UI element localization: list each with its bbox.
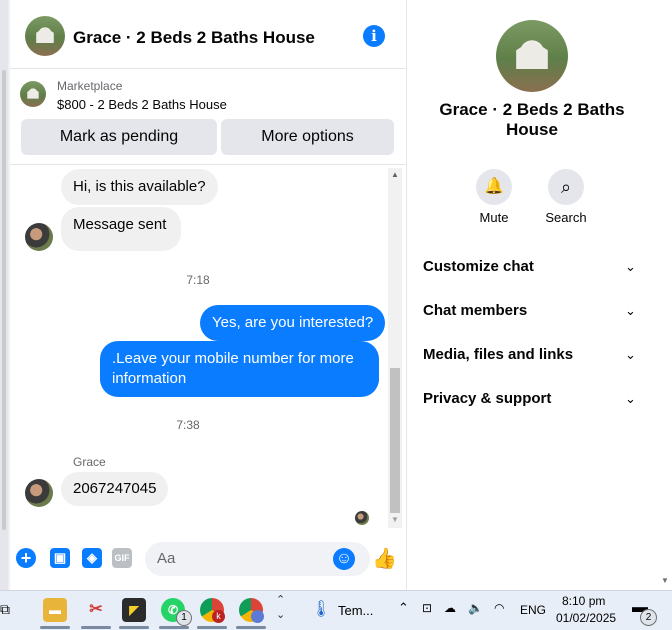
marketplace-banner: Marketplace $800 - 2 Beds 2 Baths House … xyxy=(10,70,406,165)
chat-scrollbar[interactable]: ▲ ▼ xyxy=(388,168,402,528)
chat-title[interactable]: Grace · 2 Beds 2 Baths House xyxy=(73,28,315,48)
listing-thumbnail[interactable] xyxy=(20,81,46,107)
menu-customize-chat[interactable]: Customize chat xyxy=(423,258,534,275)
search-icon[interactable]: ⌕ xyxy=(548,169,584,205)
chevron-down-icon[interactable]: ⌄ xyxy=(625,391,636,407)
sender-name: Grace xyxy=(73,455,106,469)
plus-icon[interactable]: + xyxy=(16,548,36,568)
details-avatar[interactable] xyxy=(496,20,568,92)
bell-icon[interactable]: 🔔 xyxy=(476,169,512,205)
gif-icon[interactable]: GIF xyxy=(112,548,132,568)
message-bubble-incoming: Message sent xyxy=(61,207,181,251)
read-receipt-avatar xyxy=(355,511,369,525)
scroll-down-arrow-icon[interactable]: ▼ xyxy=(391,515,399,524)
message-bubble-incoming: Hi, is this available? xyxy=(61,169,218,205)
weather-temp-label[interactable]: Tem... xyxy=(338,603,373,618)
more-options-button[interactable]: More options xyxy=(221,119,394,155)
image-icon[interactable]: ▣ xyxy=(50,548,70,568)
chat-details-pane: Grace · 2 Beds 2 Baths House 🔔 Mute ⌕ Se… xyxy=(407,0,666,590)
message-bubble-outgoing: .Leave your mobile number for more infor… xyxy=(100,341,379,397)
taskbar-overflow-chevrons-icon[interactable]: ⌃ ⌄ xyxy=(276,593,285,623)
message-bubble-incoming: 2067247045 xyxy=(61,472,169,506)
language-indicator[interactable]: ENG xyxy=(520,603,546,617)
clock-date[interactable]: 01/02/2025 xyxy=(556,611,616,625)
page-scrollbar[interactable]: ▼ xyxy=(657,0,672,590)
menu-chat-members[interactable]: Chat members xyxy=(423,302,527,319)
sender-avatar[interactable] xyxy=(25,479,53,507)
timestamp: 7:18 xyxy=(186,273,210,287)
chevron-down-icon[interactable]: ⌄ xyxy=(625,259,636,275)
chevron-down-icon[interactable]: ⌄ xyxy=(625,303,636,319)
page-scroll-down-icon[interactable]: ▼ xyxy=(661,576,669,585)
wifi-icon[interactable]: ◠ xyxy=(494,601,504,615)
message-bubble-outgoing: Yes, are you interested? xyxy=(200,305,386,341)
snipping-tool-icon[interactable]: ✂ xyxy=(84,598,108,622)
mark-as-pending-button[interactable]: Mark as pending xyxy=(21,119,217,155)
chrome-profile-badge-second xyxy=(251,610,264,623)
timestamp: 7:38 xyxy=(176,418,200,432)
scroll-up-arrow-icon[interactable]: ▲ xyxy=(391,170,399,179)
message-composer: + ▣ ◈ GIF Aa ☺ 👍 xyxy=(10,536,406,590)
thumbs-up-icon[interactable]: 👍 xyxy=(372,546,397,571)
left-edge-scrollbar[interactable] xyxy=(0,0,8,590)
emoji-icon[interactable]: ☺ xyxy=(333,548,355,570)
sticky-notes-icon[interactable]: ◤ xyxy=(122,598,146,622)
chat-header: Grace · 2 Beds 2 Baths House i xyxy=(10,6,406,69)
marketplace-label: Marketplace xyxy=(57,79,123,93)
menu-privacy-support[interactable]: Privacy & support xyxy=(423,390,551,407)
thermometer-icon[interactable]: 🌡 xyxy=(311,599,331,619)
listing-title[interactable]: $800 - 2 Beds 2 Baths House xyxy=(57,97,227,112)
info-icon[interactable]: i xyxy=(363,25,385,47)
notifications-badge: 2 xyxy=(640,609,657,626)
sender-avatar[interactable] xyxy=(25,223,53,251)
chrome-profile-badge: k xyxy=(212,610,225,623)
chevron-down-icon[interactable]: ⌄ xyxy=(625,347,636,363)
whatsapp-badge: 1 xyxy=(176,610,192,626)
menu-media-files-links[interactable]: Media, files and links xyxy=(423,346,573,363)
sticker-icon[interactable]: ◈ xyxy=(82,548,102,568)
mute-label[interactable]: Mute xyxy=(467,210,521,225)
chat-scroll-thumb[interactable] xyxy=(390,368,400,513)
clock-time[interactable]: 8:10 pm xyxy=(562,594,605,608)
speaker-icon[interactable]: 🔈 xyxy=(468,601,483,615)
details-title: Grace · 2 Beds 2 Baths House xyxy=(439,100,625,139)
tray-expand-icon[interactable]: ⌃ xyxy=(398,600,409,616)
task-view-icon[interactable]: ⧉ xyxy=(0,601,10,618)
search-label[interactable]: Search xyxy=(538,210,594,225)
onedrive-cloud-icon[interactable]: ☁ xyxy=(444,601,456,615)
windows-taskbar: ⧉ ▬ ✂ ◤ ✆ 1 k ⌃ ⌄ 🌡 Tem... ⌃ ⊡ ☁ 🔈 ◠ ENG … xyxy=(0,590,672,630)
listing-avatar[interactable] xyxy=(25,16,65,56)
left-scroll-thumb[interactable] xyxy=(2,70,6,530)
device-icon[interactable]: ⊡ xyxy=(422,601,432,615)
file-explorer-icon[interactable]: ▬ xyxy=(43,598,67,622)
